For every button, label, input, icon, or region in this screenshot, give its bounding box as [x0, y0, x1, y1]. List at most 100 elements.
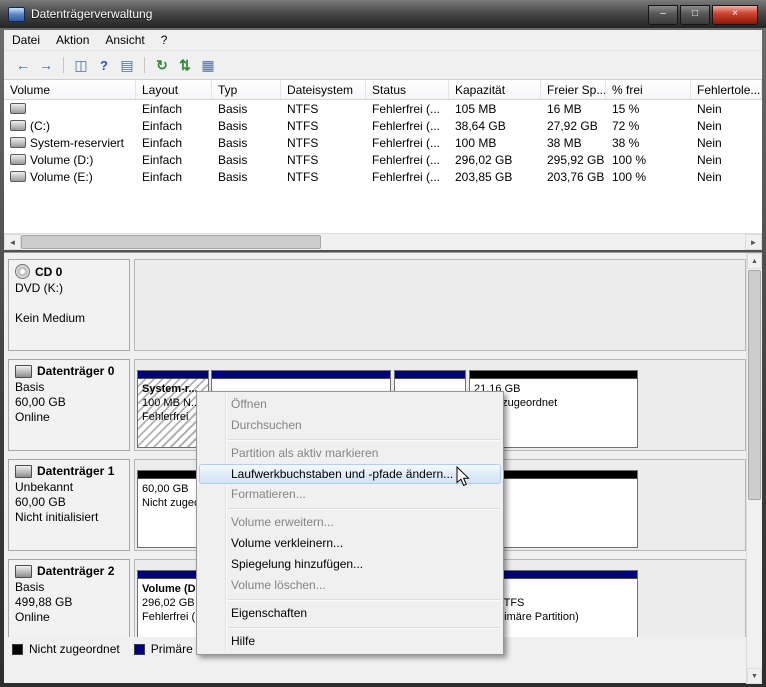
- volume-icon: [10, 137, 26, 148]
- disk-sub-line: Kein Medium: [15, 311, 86, 325]
- help-icon[interactable]: ?: [95, 56, 113, 74]
- menu-item-eigenschaften[interactable]: Eigenschaften: [197, 603, 503, 624]
- volume-row[interactable]: Volume (E:) Einfach Basis NTFS Fehlerfre…: [4, 168, 762, 185]
- volume-status: Fehlerfrei (...: [372, 118, 441, 133]
- scroll-right-icon[interactable]: ►: [745, 234, 762, 250]
- volume-dateisystem: NTFS: [287, 169, 319, 184]
- volume-kapazitaet: 296,02 GB: [455, 152, 513, 167]
- volume-typ: Basis: [218, 118, 248, 133]
- scroll-down-icon[interactable]: ▼: [747, 668, 762, 684]
- volume-kapazitaet: 38,64 GB: [455, 118, 506, 133]
- minimize-button[interactable]: –: [648, 5, 678, 25]
- volume-prozent-frei: 38 %: [612, 135, 640, 150]
- disk-sub-line: 60,00 GB: [15, 395, 66, 409]
- volume-typ: Basis: [218, 169, 248, 184]
- volume-status: Fehlerfrei (...: [372, 169, 441, 184]
- volume-prozent-frei: 15 %: [612, 101, 640, 116]
- horizontal-scrollbar[interactable]: ◄ ►: [4, 233, 762, 250]
- column-header-status[interactable]: Status: [366, 80, 449, 99]
- forward-icon[interactable]: →: [37, 56, 55, 74]
- volume-row[interactable]: Volume (D:) Einfach Basis NTFS Fehlerfre…: [4, 151, 762, 168]
- vertical-scrollbar[interactable]: ▲ ▼: [746, 253, 762, 684]
- disk1-label[interactable]: Datenträger 1 Unbekannt 60,00 GB Nicht i…: [8, 459, 130, 551]
- volume-fehlertoleranz: Nein: [697, 101, 722, 116]
- column-header-freier-speicher[interactable]: Freier Sp...: [541, 80, 606, 99]
- legend-item-unallocated: Nicht zugeordnet: [12, 642, 120, 656]
- disk2-label[interactable]: Datenträger 2 Basis 499,88 GB Online: [8, 559, 130, 637]
- volume-list: Volume Layout Typ Dateisystem Status Kap…: [4, 80, 762, 233]
- scroll-left-icon[interactable]: ◄: [4, 234, 21, 250]
- disk-management-window: Datenträgerverwaltung – □ × Datei Aktion…: [0, 0, 766, 687]
- volume-icon: [10, 120, 26, 131]
- window-title: Datenträgerverwaltung: [31, 7, 153, 21]
- volume-prozent-frei: 100 %: [612, 169, 647, 184]
- volume-status: Fehlerfrei (...: [372, 152, 441, 167]
- column-header-fehlertoleranz[interactable]: Fehlertole...: [691, 80, 762, 99]
- legend-swatch-primary: [133, 643, 145, 655]
- menu-item-spiegelung[interactable]: Spiegelung hinzufügen...: [197, 554, 503, 575]
- disk-sub-line: Online: [15, 610, 50, 624]
- menu-separator: [228, 627, 500, 628]
- menu-hilfe[interactable]: ?: [153, 31, 176, 49]
- column-header-volume[interactable]: Volume: [4, 80, 136, 99]
- menu-item-hilfe[interactable]: Hilfe: [197, 631, 503, 652]
- disk-title-text: Datenträger 2: [37, 564, 115, 578]
- cd0-label[interactable]: CD 0 DVD (K:) Kein Medium: [8, 259, 130, 351]
- volume-layout: Einfach: [142, 169, 183, 184]
- menu-aktion[interactable]: Aktion: [48, 31, 97, 49]
- column-header-prozent-frei[interactable]: % frei: [606, 80, 691, 99]
- column-header-layout[interactable]: Layout: [136, 80, 212, 99]
- column-header-kapazitaet[interactable]: Kapazität: [449, 80, 541, 99]
- disk-sub-line: 499,88 GB: [15, 595, 73, 609]
- volume-kapazitaet: 100 MB: [455, 135, 497, 150]
- volume-row[interactable]: (C:) Einfach Basis NTFS Fehlerfrei (... …: [4, 117, 762, 134]
- toolbar: ← → ◫ ? ▤ ↻ ⇅ ▦: [4, 51, 762, 80]
- volume-prozent-frei: 72 %: [612, 118, 640, 133]
- titlebar[interactable]: Datenträgerverwaltung – □ ×: [0, 0, 766, 28]
- properties-icon[interactable]: ▦: [199, 56, 217, 74]
- volume-name: (C:): [30, 118, 50, 133]
- disk-row-cd0: CD 0 DVD (K:) Kein Medium: [8, 257, 746, 353]
- disk-icon: [15, 564, 32, 578]
- volume-prozent-frei: 100 %: [612, 152, 647, 167]
- menu-item-durchsuchen: Durchsuchen: [231, 418, 302, 432]
- disk-icon: [15, 464, 32, 478]
- partition-status: Fehlerfrei: [142, 411, 189, 423]
- disk0-label[interactable]: Datenträger 0 Basis 60,00 GB Online: [8, 359, 130, 451]
- partition-color-bar: [470, 371, 637, 379]
- volume-list-header: Volume Layout Typ Dateisystem Status Kap…: [4, 80, 762, 100]
- disk-sub-line: Unbekannt: [15, 480, 74, 494]
- volume-layout: Einfach: [142, 152, 183, 167]
- volume-dateisystem: NTFS: [287, 135, 319, 150]
- menu-separator: [228, 599, 500, 600]
- scrollbar-thumb[interactable]: [21, 235, 321, 249]
- disk-sub-line: 60,00 GB: [15, 495, 66, 509]
- volume-row[interactable]: System-reserviert Einfach Basis NTFS Feh…: [4, 134, 762, 151]
- menu-item-volume-verkleinern[interactable]: Volume verkleinern...: [197, 533, 503, 554]
- volume-dateisystem: NTFS: [287, 101, 319, 116]
- volume-freier-speicher: 38 MB: [547, 135, 582, 150]
- column-header-dateisystem[interactable]: Dateisystem: [281, 80, 366, 99]
- column-header-typ[interactable]: Typ: [212, 80, 281, 99]
- back-icon[interactable]: ←: [14, 56, 32, 74]
- volume-name: System-reserviert: [30, 135, 125, 150]
- maximize-button[interactable]: □: [680, 5, 710, 25]
- menu-datei[interactable]: Datei: [4, 31, 48, 49]
- volume-row[interactable]: Einfach Basis NTFS Fehlerfrei (... 105 M…: [4, 100, 762, 117]
- volume-status: Fehlerfrei (...: [372, 135, 441, 150]
- menu-item-volume-erweitern: Volume erweitern...: [231, 515, 334, 529]
- mouse-cursor: [456, 466, 470, 487]
- menu-item-partition-aktiv: Partition als aktiv markieren: [231, 446, 379, 460]
- scrollbar-thumb[interactable]: [748, 270, 761, 500]
- volume-layout: Einfach: [142, 101, 183, 116]
- partition-color-bar: [138, 371, 208, 379]
- refresh-icon[interactable]: ↻: [153, 56, 171, 74]
- close-button[interactable]: ×: [712, 5, 758, 25]
- show-console-tree-icon[interactable]: ◫: [72, 56, 90, 74]
- rescan-disks-icon[interactable]: ⇅: [176, 56, 194, 74]
- partition-color-bar: [395, 371, 465, 379]
- scroll-up-icon[interactable]: ▲: [747, 253, 762, 269]
- menu-ansicht[interactable]: Ansicht: [97, 31, 152, 49]
- show-action-pane-icon[interactable]: ▤: [118, 56, 136, 74]
- volume-dateisystem: NTFS: [287, 118, 319, 133]
